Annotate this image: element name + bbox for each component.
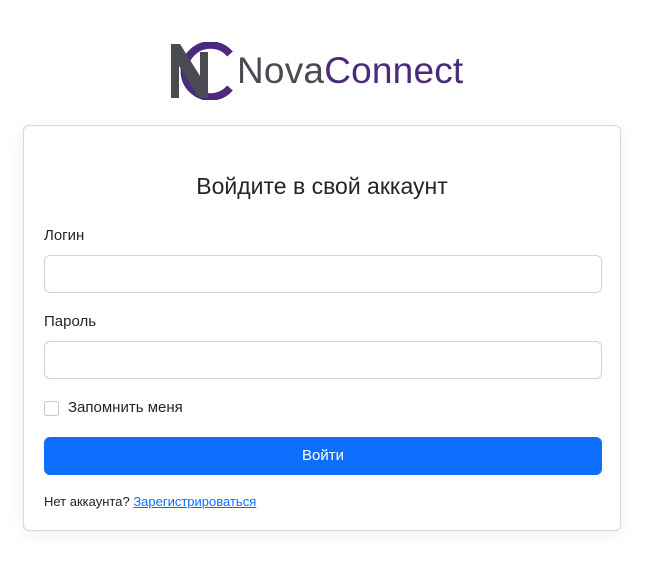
login-page: NovaConnect Войдите в свой аккаунт Логин… <box>0 0 646 566</box>
password-label: Пароль <box>44 313 97 330</box>
login-card: Войдите в свой аккаунт Логин Пароль Запо… <box>23 125 621 531</box>
brand-logo: NovaConnect <box>168 42 463 100</box>
login-label: Логин <box>44 227 85 244</box>
remember-me-label[interactable]: Запомнить меня <box>68 398 183 418</box>
form-title: Войдите в свой аккаунт <box>196 173 448 199</box>
remember-me-row[interactable]: Запомнить меня <box>44 398 183 418</box>
password-input[interactable] <box>44 341 602 379</box>
nc-monogram-icon <box>171 42 233 100</box>
brand-name-part1: Nova <box>237 50 325 91</box>
register-link[interactable]: Зарегистрироваться <box>133 494 256 509</box>
remember-me-checkbox[interactable] <box>44 400 59 416</box>
no-account-text: Нет аккаунта? <box>44 494 130 509</box>
login-button[interactable]: Войти <box>44 437 602 475</box>
brand-name-part2: Connect <box>324 50 464 91</box>
login-input[interactable] <box>44 255 602 293</box>
register-prompt: Нет аккаунта? Зарегистрироваться <box>44 493 256 511</box>
brand-name: NovaConnect <box>237 42 463 100</box>
